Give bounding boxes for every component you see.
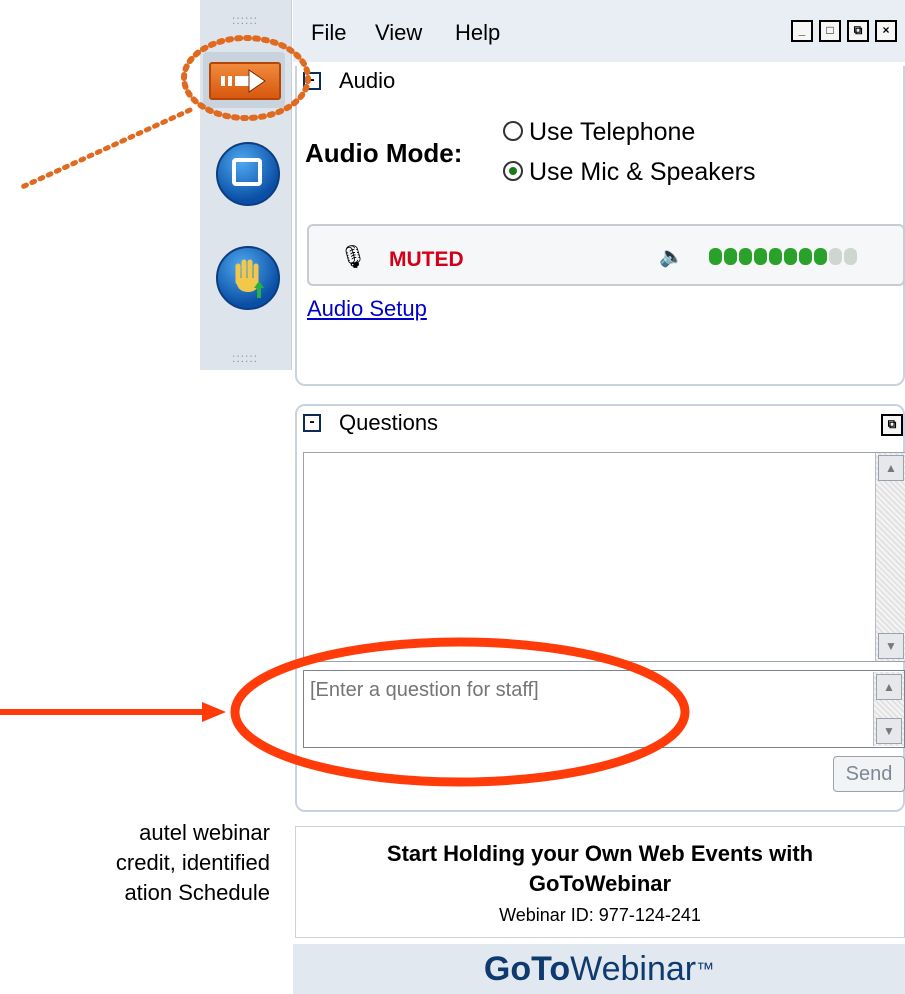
menu-help[interactable]: Help <box>455 20 500 46</box>
menu-view[interactable]: View <box>375 20 422 46</box>
menu-file[interactable]: File <box>311 20 346 46</box>
volume-dot-lit <box>799 248 812 265</box>
brand-logo-bold: GoTo <box>483 950 571 988</box>
promo-banner[interactable]: Start Holding your Own Web Events with G… <box>295 826 905 938</box>
mute-status: MUTED <box>389 248 464 271</box>
input-scroll-down-icon[interactable]: ▼ <box>876 718 902 744</box>
questions-log[interactable]: ▲ ▼ <box>303 452 905 662</box>
question-input[interactable] <box>303 670 905 748</box>
scroll-up-icon[interactable]: ▲ <box>878 455 904 481</box>
volume-dot-lit <box>814 248 827 265</box>
slide-text-line-1: autel webinar <box>139 820 270 845</box>
questions-header: - Questions ⧉ <box>293 406 905 440</box>
radio-use-telephone[interactable]: Use Telephone <box>503 118 695 147</box>
drag-grip-top-icon[interactable]: :::::: <box>224 14 266 26</box>
volume-dot-lit <box>784 248 797 265</box>
pointer-arrowhead-icon <box>202 702 226 722</box>
volume-dot-lit <box>709 248 722 265</box>
microphone-icon[interactable]: 🎙 <box>339 244 367 270</box>
audio-collapse-toggle[interactable]: - <box>303 72 321 90</box>
slide-text-line-3: ation Schedule <box>124 880 270 905</box>
promo-headline-line2: GoToWebinar <box>528 871 672 896</box>
scroll-down-icon[interactable]: ▼ <box>878 633 904 659</box>
questions-collapse-toggle[interactable]: - <box>303 414 321 432</box>
drag-grip-bottom-icon[interactable]: :::::: <box>224 352 266 364</box>
input-scroll-up-icon[interactable]: ▲ <box>876 674 902 700</box>
radio-mic-label: Use Mic & Speakers <box>529 158 756 186</box>
screen-icon <box>216 142 280 206</box>
volume-dot-lit <box>754 248 767 265</box>
audio-meter-bar: 🎙 MUTED 🔈 <box>307 224 905 286</box>
minimize-icon[interactable]: _ <box>791 20 813 42</box>
brand-footer: GoToWebinar™ <box>293 944 905 994</box>
brand-logo-light: Webinar <box>570 950 697 988</box>
slide-text: autel webinar credit, identified ation S… <box>0 818 270 908</box>
radio-telephone-label: Use Telephone <box>529 118 696 146</box>
control-panel: File View Help _ □ ⧉ × - Audio Audio Mod… <box>293 0 905 994</box>
arrow-right-icon <box>209 62 281 100</box>
radio-use-mic-speakers[interactable]: Use Mic & Speakers <box>503 158 755 187</box>
volume-meter <box>709 248 859 270</box>
slide-text-line-2: credit, identified <box>115 850 270 875</box>
volume-dot-lit <box>769 248 782 265</box>
close-icon[interactable]: × <box>875 20 897 42</box>
audio-mode-label: Audio Mode: <box>305 138 463 168</box>
promo-headline-line1: Start Holding your Own Web Events with <box>386 841 814 866</box>
raise-hand-button[interactable] <box>206 232 286 322</box>
screen-button[interactable] <box>206 130 286 220</box>
audio-setup-link[interactable]: Audio Setup <box>307 296 427 322</box>
brand-trademark: ™ <box>696 959 715 979</box>
volume-dot-lit <box>739 248 752 265</box>
show-hide-panel-button[interactable] <box>203 52 285 108</box>
volume-dot-off <box>844 248 857 265</box>
audio-title: Audio <box>339 68 396 93</box>
webinar-id: Webinar ID: 977-124-241 <box>499 905 701 925</box>
raise-hand-icon <box>216 246 280 310</box>
questions-log-scrollbar[interactable]: ▲ ▼ <box>875 453 905 661</box>
maximize-icon[interactable]: □ <box>819 20 841 42</box>
popout-icon[interactable]: ⧉ <box>847 20 869 42</box>
audio-header: - Audio <box>293 64 905 98</box>
menu-bar: File View Help _ □ ⧉ × <box>293 0 905 62</box>
volume-dot-off <box>829 248 842 265</box>
questions-title: Questions <box>339 410 439 435</box>
speaker-icon: 🔈 <box>659 246 684 268</box>
questions-popout-icon[interactable]: ⧉ <box>881 414 903 436</box>
send-button[interactable]: Send <box>833 756 905 792</box>
radio-mic-icon[interactable] <box>503 161 523 182</box>
volume-dot-lit <box>724 248 737 265</box>
question-input-scrollbar[interactable]: ▲ ▼ <box>873 672 904 746</box>
dotted-pointer-line <box>17 107 193 191</box>
radio-telephone-icon[interactable] <box>503 121 523 142</box>
